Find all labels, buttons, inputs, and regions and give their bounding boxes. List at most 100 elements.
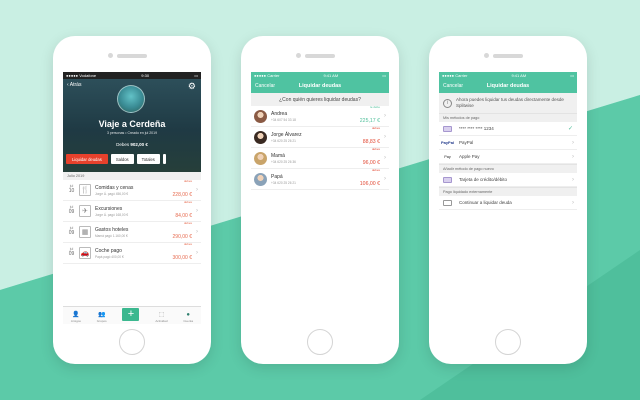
expense-name: Gastos hoteles	[95, 226, 129, 233]
balances-button[interactable]: Saldos	[110, 154, 134, 164]
add-card-row[interactable]: Tarjeta de crédito/débito ›	[439, 173, 577, 187]
balance-label: te debe	[369, 105, 380, 109]
phone-payment-method: ●●●●● Carrier 9:41 AM ▭ Cancelar Liquida…	[429, 36, 587, 364]
screen: ●●●●● Vodafone 9:30 ▭ ‹ Atrás ⚙ Viaje a …	[63, 72, 201, 324]
home-button[interactable]	[307, 329, 333, 355]
battery-icon: ▭	[194, 73, 198, 78]
expense-info: Excursiones Jorge Á. pagó 168,00 €	[95, 206, 175, 217]
person-balance: debes 88,83 €	[363, 126, 380, 148]
chevron-right-icon: ›	[572, 153, 574, 160]
chevron-right-icon: ›	[572, 199, 574, 206]
chevron-right-icon: ›	[196, 208, 198, 214]
paypal-icon: PayPal	[440, 140, 455, 145]
amount-value: 84,00 €	[175, 213, 192, 219]
section-add-method: Añadir método de pago nuevo	[439, 164, 577, 173]
expense-row[interactable]: jul 10 🍴 Comidas y cenas Jorge Á. pagó 456,0…	[63, 179, 201, 201]
balance-amount: 225,17 €	[359, 118, 380, 124]
person-phone: +34 620 25 26 36	[271, 159, 296, 164]
back-button[interactable]: ‹ Atrás	[67, 82, 81, 88]
chevron-right-icon: ›	[384, 176, 386, 182]
tab-label: Grupos	[96, 319, 107, 323]
tab-friends[interactable]: 👤 Amigos	[71, 311, 81, 323]
person-info: Papá +34 620 25 26 21	[271, 174, 360, 185]
gear-icon[interactable]: ⚙	[188, 81, 196, 92]
tab-groups[interactable]: 👥 Grupos	[97, 311, 107, 323]
totals-button[interactable]: Totales	[136, 154, 160, 164]
expense-meta: Jorge Á. pagó 168,00 €	[95, 212, 129, 217]
more-button[interactable]	[162, 154, 166, 164]
tab-label: Cuenta	[183, 319, 194, 323]
expense-meta: Papá pagó 400,00 €	[95, 254, 124, 259]
group-title: Viaje a Cerdeña	[98, 119, 166, 129]
saved-card-row[interactable]: **** **** **** 1234 ✓	[439, 122, 577, 136]
continue-row[interactable]: Continuar a liquidar deuda ›	[439, 196, 577, 210]
amount-value: 300,00 €	[172, 255, 192, 261]
info-icon: i	[443, 98, 452, 108]
chevron-right-icon: ›	[196, 187, 198, 193]
home-button[interactable]	[495, 329, 521, 355]
person-info: Jorge Álvarez +34 620 25 26 21	[271, 132, 363, 143]
expense-amount: debes 228,00 €	[173, 179, 192, 201]
amount-label: debes	[183, 242, 192, 246]
person-info: Andrea +34 607 54 33 18	[271, 111, 360, 122]
document-icon	[443, 199, 452, 206]
info-text: Ahora puedes liquidar tus deudas directa…	[456, 97, 564, 108]
expense-row[interactable]: jul 09 🚗 Coche pago Papá pagó 400,00 € debes 3…	[63, 242, 201, 264]
page-title: Liquidar deudas	[486, 83, 530, 89]
settle-button[interactable]: Liquidar deudas	[66, 154, 108, 164]
owe-amount: 902,00 €	[130, 142, 148, 147]
group-header: ‹ Atrás ⚙ Viaje a Cerdeña 3 personas • C…	[63, 79, 201, 172]
camera	[296, 53, 301, 58]
amount-value: 228,00 €	[172, 192, 192, 198]
people-list: Andrea +34 607 54 33 18 te debe 225,17 € › Jo…	[251, 105, 389, 190]
camera	[108, 53, 113, 58]
category-icon: 🍴	[79, 184, 91, 196]
status-bar: ●●●●● Carrier 9:41 AM ▭	[439, 72, 577, 79]
expense-name: Excursiones	[95, 205, 123, 212]
amount-value: 290,00 €	[172, 234, 192, 240]
chevron-right-icon: ›	[384, 155, 386, 161]
section-external: Pago liquidado externamente	[439, 187, 577, 196]
avatar	[254, 172, 267, 186]
info-banner: i Ahora puedes liquidar tus deudas direc…	[439, 93, 577, 113]
add-expense-button[interactable]: +	[122, 308, 140, 321]
balance-label: debes	[371, 147, 380, 151]
amount-label: debes	[183, 221, 192, 225]
status-bar: ●●●●● Vodafone 9:30 ▭	[63, 72, 201, 79]
nav-bar: Cancelar Liquidar deudas	[251, 79, 389, 93]
person-row[interactable]: Mamá +34 620 25 26 36 debes 96,00 € ›	[251, 147, 389, 169]
section-my-methods: Mis métodos de pago	[439, 113, 577, 122]
group-avatar	[117, 85, 145, 113]
camera	[484, 53, 489, 58]
paypal-row[interactable]: PayPal PayPal ›	[439, 136, 577, 150]
person-row[interactable]: Andrea +34 607 54 33 18 te debe 225,17 € ›	[251, 105, 389, 127]
person-phone: +34 620 25 26 21	[271, 138, 296, 143]
tab-account[interactable]: ● Cuenta	[183, 311, 193, 323]
tab-label: Actividad	[155, 319, 168, 323]
carrier: ●●●●● Carrier	[442, 73, 468, 78]
home-button[interactable]	[119, 329, 145, 355]
screen: ●●●●● Carrier 9:41 AM ▭ Cancelar Liquida…	[439, 72, 577, 324]
expense-row[interactable]: jul 09 ✈ Excursiones Jorge Á. pagó 168,00 € d…	[63, 200, 201, 222]
carrier: ●●●●● Carrier	[254, 73, 280, 78]
speaker	[493, 54, 523, 58]
applepay-row[interactable]: Pay Apple Pay ›	[439, 150, 577, 164]
person-row[interactable]: Papá +34 620 25 26 21 debes 106,00 € ›	[251, 168, 389, 190]
status-bar: ●●●●● Carrier 9:41 AM ▭	[251, 72, 389, 79]
speaker	[305, 54, 335, 58]
expense-date: jul 09	[66, 247, 77, 257]
speaker	[117, 54, 147, 58]
person-row[interactable]: Jorge Álvarez +34 620 25 26 21 debes 88,83 …	[251, 126, 389, 148]
expense-info: Comidas y cenas Jorge Á. pagó 456,00 €	[95, 185, 173, 196]
person-name: Mamá	[271, 152, 285, 159]
expense-row[interactable]: jul 09 ▦ Gastos hoteles Mamá pagó 1.160,00 €…	[63, 221, 201, 243]
person-name: Papá	[271, 173, 283, 180]
checkmark-icon: ✓	[567, 126, 573, 132]
amount-label: debes	[183, 200, 192, 204]
tab-activity[interactable]: ⬚ Actividad	[155, 311, 167, 323]
balance-amount: 106,00 €	[359, 181, 380, 187]
battery-icon: ▭	[570, 73, 574, 78]
chevron-right-icon: ›	[572, 176, 574, 183]
credit-card-icon	[443, 125, 452, 132]
card-number: **** **** **** 1234	[459, 126, 494, 131]
